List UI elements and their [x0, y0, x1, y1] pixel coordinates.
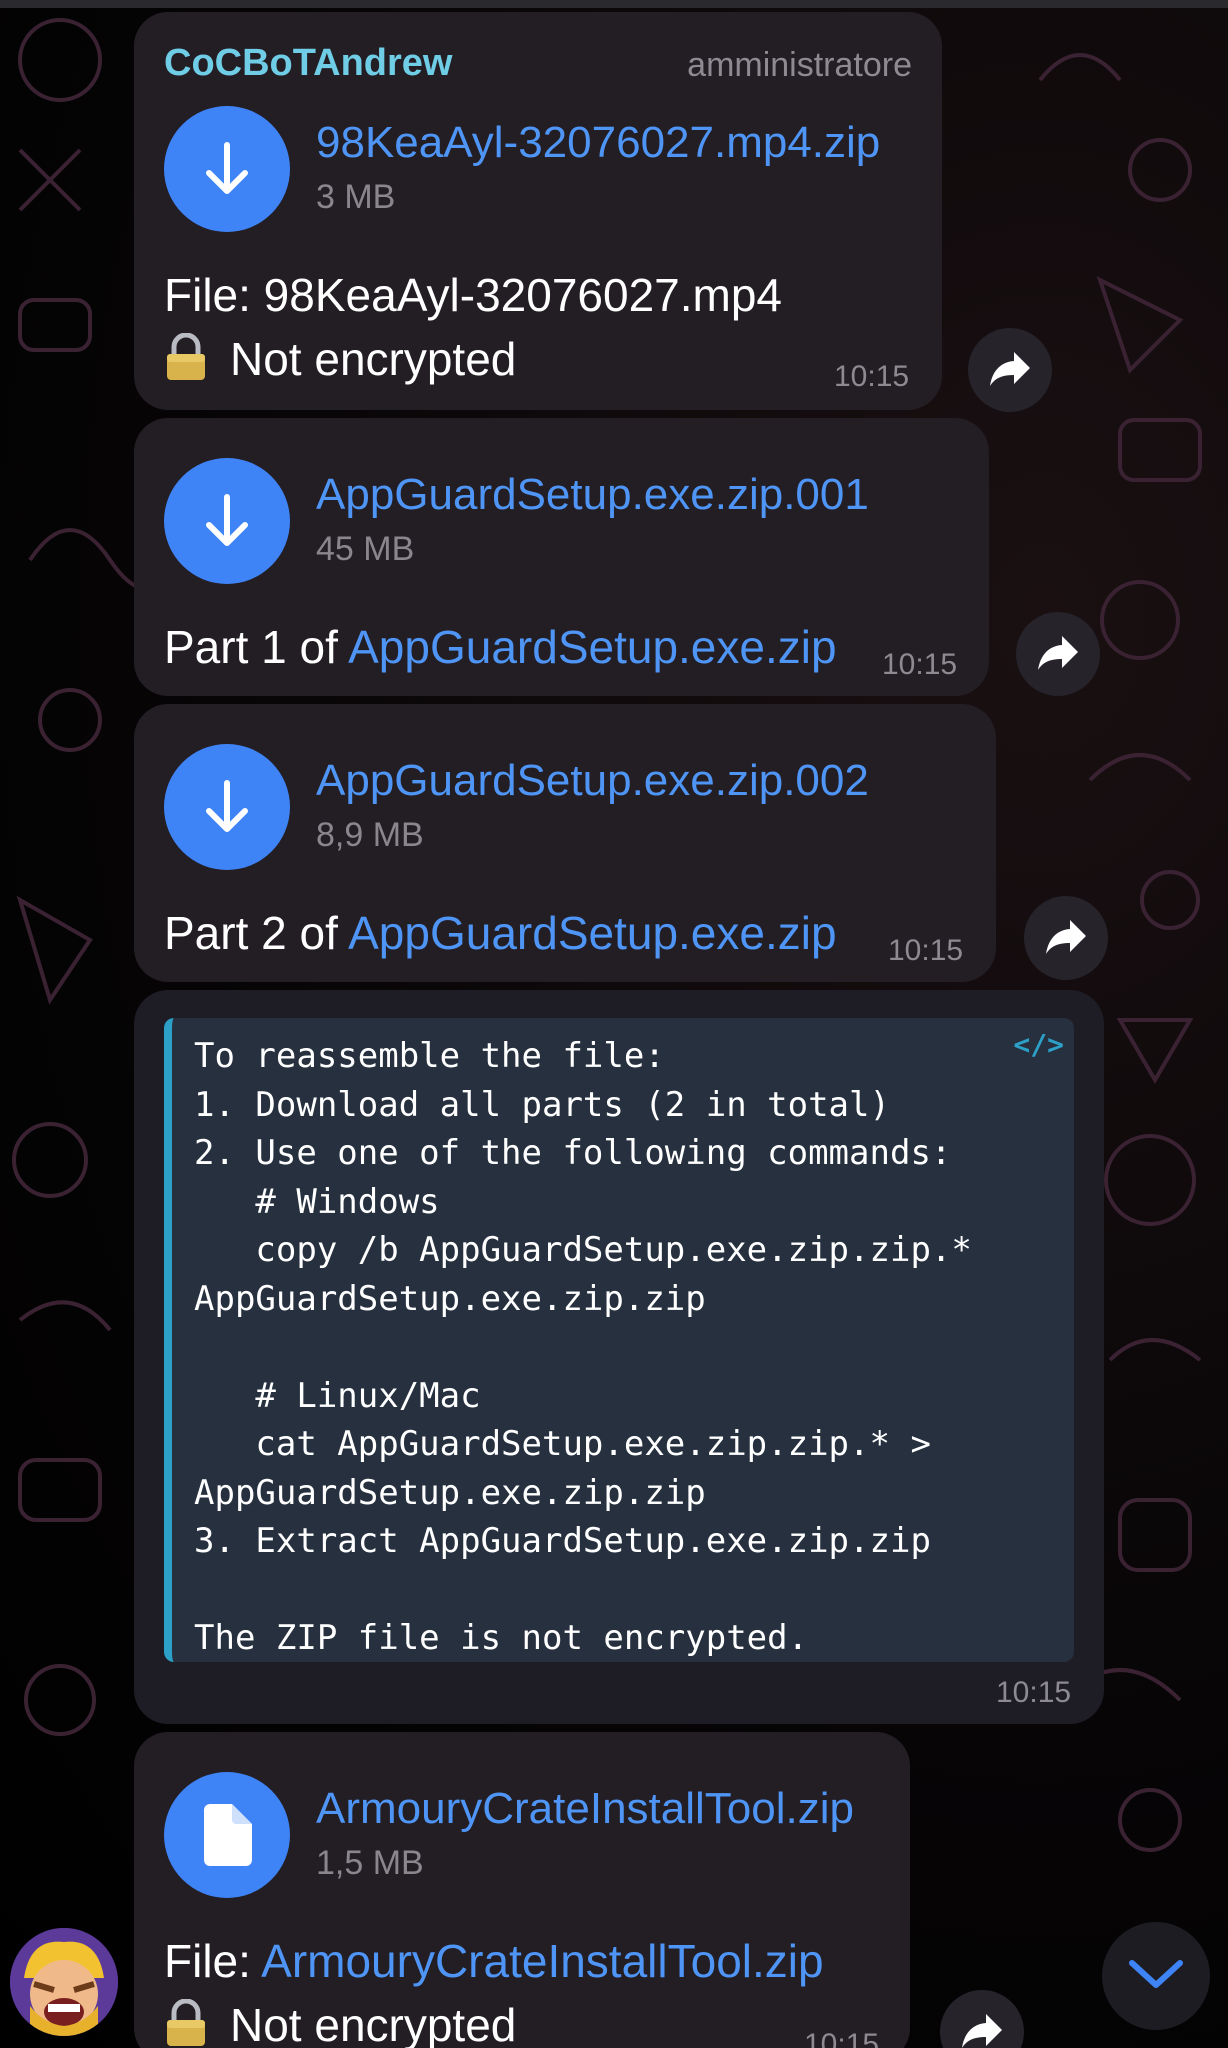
caption-line: File: ArmouryCrateInstallTool.zip — [164, 1934, 824, 1988]
code-block[interactable]: To reassemble the file: 1. Download all … — [164, 1018, 1074, 1662]
message-time: 10:15 — [834, 360, 910, 393]
document-icon[interactable] — [164, 1772, 290, 1898]
share-button[interactable] — [1016, 612, 1100, 696]
message-bubble-instructions[interactable]: To reassemble the file: 1. Download all … — [134, 990, 1104, 1724]
scroll-to-bottom-button[interactable] — [1102, 1922, 1210, 2030]
file-size: 1,5 MB — [316, 1844, 424, 1882]
file-name[interactable]: AppGuardSetup.exe.zip.001 — [316, 470, 869, 520]
download-arrow-icon[interactable] — [164, 458, 290, 584]
message-time: 10:15 — [996, 1676, 1072, 1709]
sender-role-badge: amministratore — [687, 46, 912, 84]
message-time: 10:15 — [882, 648, 958, 681]
sender-avatar[interactable] — [10, 1928, 118, 2036]
code-copy-icon[interactable]: </> — [1013, 1028, 1064, 1061]
share-arrow-icon — [1036, 632, 1080, 677]
caption-file-link[interactable]: ArmouryCrateInstallTool.zip — [261, 1935, 823, 1987]
encryption-status: Not encrypted — [230, 1999, 517, 2048]
download-arrow-icon[interactable] — [164, 744, 290, 870]
caption-text: Part 1 of — [164, 621, 349, 673]
code-text[interactable]: To reassemble the file: 1. Download all … — [194, 1032, 972, 1663]
caption-text: File: — [164, 1935, 262, 1987]
share-button[interactable] — [968, 328, 1052, 412]
file-name[interactable]: ArmouryCrateInstallTool.zip — [316, 1784, 854, 1834]
share-arrow-icon — [960, 2010, 1004, 2048]
chevron-down-icon — [1128, 1957, 1184, 1996]
message-bubble-file-armoury[interactable]: ArmouryCrateInstallTool.zip 1,5 MB File:… — [134, 1732, 910, 2048]
caption-line: Part 1 of AppGuardSetup.exe.zip — [164, 620, 837, 674]
caption-file-link[interactable]: AppGuardSetup.exe.zip — [348, 907, 836, 959]
message-time: 10:15 — [804, 2028, 880, 2048]
file-size: 3 MB — [316, 178, 396, 216]
caption-line: Part 2 of AppGuardSetup.exe.zip — [164, 906, 837, 960]
chat-screen: CoCBoTAndrew amministratore 98KeaAyl-320… — [0, 0, 1228, 2048]
share-arrow-icon — [988, 348, 1032, 393]
caption-line: Not encrypted — [164, 1998, 516, 2048]
lock-icon — [164, 1998, 205, 2046]
download-arrow-icon[interactable] — [164, 106, 290, 232]
file-size: 8,9 MB — [316, 816, 424, 854]
sender-name[interactable]: CoCBoTAndrew — [164, 42, 453, 85]
caption-line: Not encrypted — [164, 332, 516, 386]
share-arrow-icon — [1044, 916, 1088, 961]
message-time: 10:15 — [888, 934, 964, 967]
message-bubble-part-2[interactable]: AppGuardSetup.exe.zip.002 8,9 MB Part 2 … — [134, 704, 996, 982]
caption-text: Part 2 of — [164, 907, 349, 959]
message-bubble-part-1[interactable]: AppGuardSetup.exe.zip.001 45 MB Part 1 o… — [134, 418, 989, 696]
caption-line: File: 98KeaAyl-32076027.mp4 — [164, 268, 782, 322]
caption-file-link[interactable]: AppGuardSetup.exe.zip — [348, 621, 836, 673]
file-name[interactable]: AppGuardSetup.exe.zip.002 — [316, 756, 869, 806]
caption-text: File: 98KeaAyl-32076027.mp4 — [164, 269, 783, 321]
message-bubble-file-mp4[interactable]: CoCBoTAndrew amministratore 98KeaAyl-320… — [134, 12, 942, 410]
lock-icon — [164, 332, 205, 380]
file-size: 45 MB — [316, 530, 415, 568]
encryption-status: Not encrypted — [230, 333, 517, 385]
share-button[interactable] — [1024, 896, 1108, 980]
file-name[interactable]: 98KeaAyl-32076027.mp4.zip — [316, 118, 880, 168]
